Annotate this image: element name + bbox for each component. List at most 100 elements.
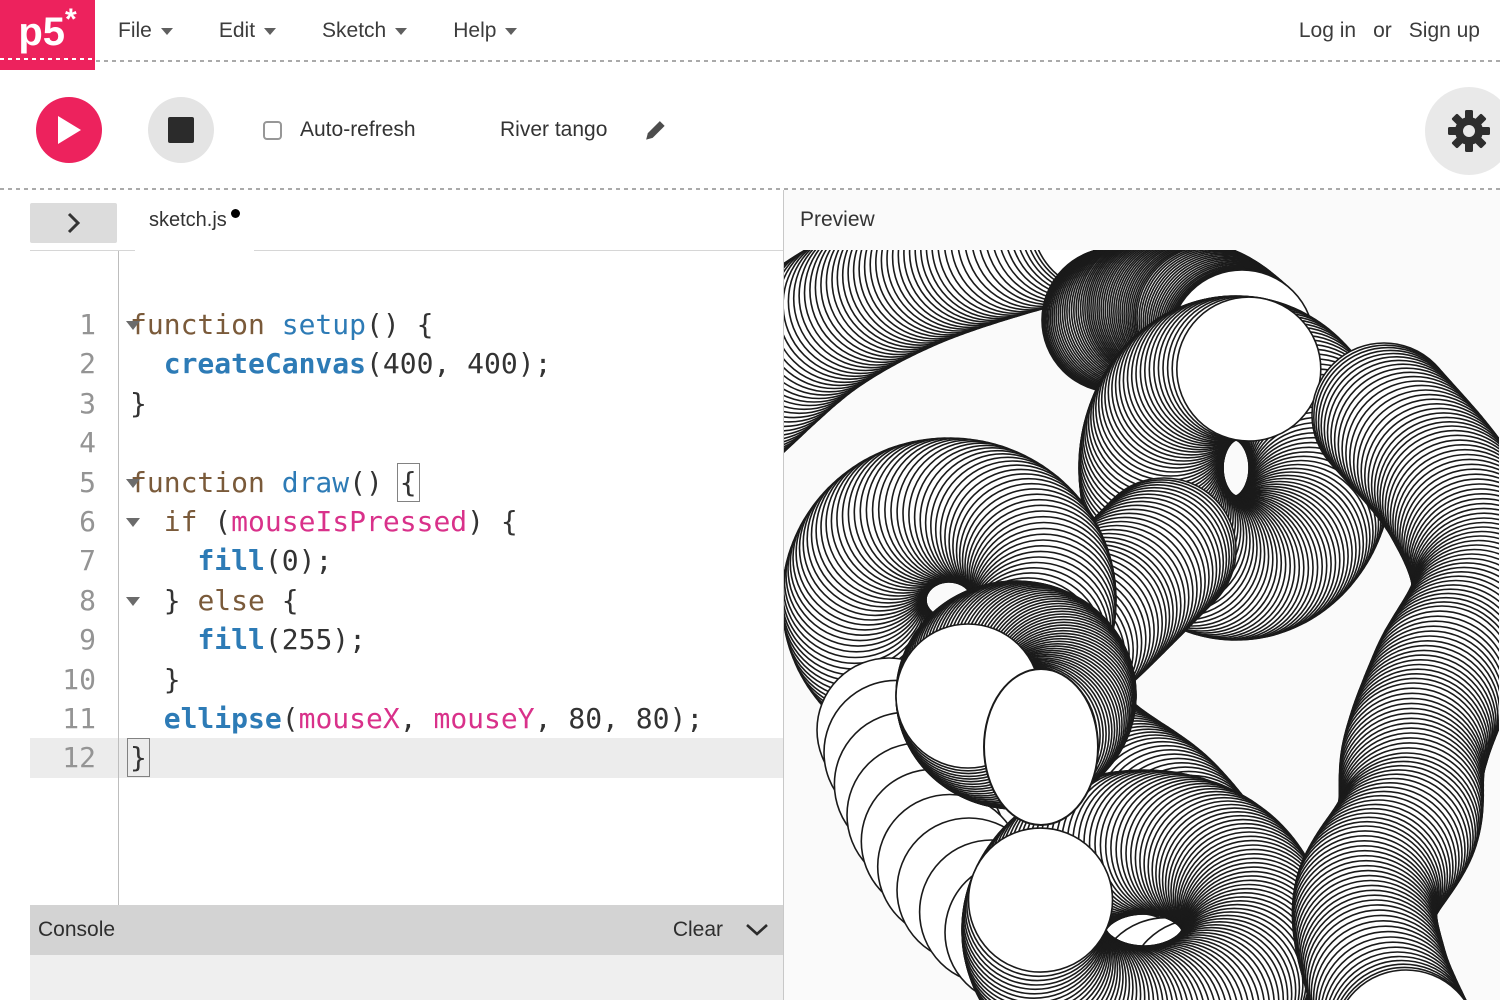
code-token: createCanvas bbox=[164, 347, 366, 380]
edit-project-name-button[interactable] bbox=[644, 118, 668, 147]
settings-button[interactable] bbox=[1425, 87, 1500, 175]
code-token: function bbox=[130, 466, 265, 499]
auth-links: Log in or Sign up bbox=[1299, 0, 1480, 62]
or-text: or bbox=[1373, 19, 1392, 43]
code-line[interactable]: 2 createCanvas(400, 400); bbox=[30, 344, 783, 383]
code-editor[interactable]: 1function setup() {2 createCanvas(400, 4… bbox=[30, 251, 783, 905]
menu-file[interactable]: File bbox=[118, 19, 173, 43]
code-token: , bbox=[400, 702, 434, 735]
code-token: else bbox=[197, 584, 264, 617]
preview-header: Preview bbox=[784, 190, 1500, 250]
code-token: setup bbox=[282, 308, 366, 341]
auto-refresh-checkbox[interactable] bbox=[263, 121, 282, 140]
main-area: sketch.js 1function setup() {2 createCan… bbox=[0, 190, 1500, 1000]
code-token: } bbox=[130, 387, 147, 420]
line-number: 12 bbox=[30, 738, 96, 777]
menu-file-label: File bbox=[118, 19, 152, 43]
code-line[interactable]: 12} bbox=[30, 738, 783, 777]
menu-help[interactable]: Help bbox=[453, 19, 517, 43]
code-line[interactable]: 3} bbox=[30, 384, 783, 423]
code-token bbox=[265, 466, 282, 499]
code-token: if bbox=[164, 505, 198, 538]
code-token: } bbox=[130, 741, 147, 774]
chevron-down-icon bbox=[264, 28, 276, 35]
line-number: 5 bbox=[30, 463, 96, 502]
code-line[interactable]: 9 fill(255); bbox=[30, 620, 783, 659]
code-line[interactable]: 7 fill(0); bbox=[30, 541, 783, 580]
code-token: ( bbox=[197, 505, 231, 538]
logo-asterisk: * bbox=[65, 0, 77, 40]
menu-sketch-label: Sketch bbox=[322, 19, 386, 43]
sidebar-expand-button[interactable] bbox=[30, 203, 117, 243]
code-token: fill bbox=[197, 544, 264, 577]
line-number: 9 bbox=[30, 620, 96, 659]
header: p5* File Edit Sketch Help Log in or Si bbox=[0, 0, 1500, 62]
code-token bbox=[130, 623, 197, 656]
chevron-down-icon bbox=[505, 28, 517, 35]
line-number: 10 bbox=[30, 660, 96, 699]
code-line[interactable]: 1 function setup() { bbox=[30, 305, 783, 344]
stop-icon bbox=[168, 117, 194, 143]
code-token: ) { bbox=[467, 505, 518, 538]
code-line[interactable]: 5function draw() { bbox=[30, 463, 783, 502]
gutter-divider bbox=[118, 251, 119, 905]
toolbar: Auto-refresh River tango bbox=[0, 62, 1500, 190]
code-token: function bbox=[130, 308, 265, 341]
signup-link[interactable]: Sign up bbox=[1409, 19, 1480, 43]
unsaved-changes-dot bbox=[231, 209, 240, 218]
p5-web-editor: p5* File Edit Sketch Help Log in or Si bbox=[0, 0, 1500, 1000]
code-token: () { bbox=[366, 308, 433, 341]
code-token: () bbox=[349, 466, 400, 499]
code-token: { bbox=[265, 584, 299, 617]
console-output bbox=[30, 955, 783, 1000]
play-icon bbox=[56, 115, 82, 145]
pencil-icon bbox=[644, 118, 668, 142]
play-button[interactable] bbox=[36, 97, 102, 163]
line-number: 2 bbox=[30, 344, 96, 383]
code-line[interactable]: 4 bbox=[30, 423, 783, 462]
code-token: (400, 400); bbox=[366, 347, 551, 380]
fold-arrow-icon[interactable] bbox=[126, 597, 140, 606]
gear-icon bbox=[1447, 109, 1491, 153]
code-token: (255); bbox=[265, 623, 366, 656]
code-token: } bbox=[130, 663, 181, 696]
fold-arrow-icon[interactable] bbox=[126, 518, 140, 527]
code-line[interactable]: 6 if (mouseIsPressed) { bbox=[30, 502, 783, 541]
menu-bar: File Edit Sketch Help bbox=[118, 0, 517, 62]
auto-refresh-label[interactable]: Auto-refresh bbox=[300, 118, 416, 142]
code-token bbox=[265, 308, 282, 341]
code-line[interactable]: 11 ellipse(mouseX, mouseY, 80, 80); bbox=[30, 699, 783, 738]
preview-pane: Preview bbox=[784, 190, 1500, 1000]
project-name[interactable]: River tango bbox=[500, 118, 607, 142]
line-number: 6 bbox=[30, 502, 96, 541]
fold-arrow-icon[interactable] bbox=[126, 321, 140, 330]
console-clear-button[interactable]: Clear bbox=[673, 918, 723, 942]
code-line[interactable]: 8 } else { bbox=[30, 581, 783, 620]
code-token: mouseY bbox=[433, 702, 534, 735]
code-token: ( bbox=[282, 702, 299, 735]
code-token bbox=[130, 347, 164, 380]
tab-filename: sketch.js bbox=[149, 205, 227, 235]
console-collapse-button[interactable] bbox=[745, 923, 769, 937]
code-token: mouseIsPressed bbox=[231, 505, 467, 538]
p5-logo[interactable]: p5* bbox=[0, 0, 95, 70]
chevron-down-icon bbox=[161, 28, 173, 35]
stop-button[interactable] bbox=[148, 97, 214, 163]
fold-arrow-icon[interactable] bbox=[126, 479, 140, 488]
preview-title: Preview bbox=[800, 208, 875, 232]
login-link[interactable]: Log in bbox=[1299, 19, 1356, 43]
code-token: ellipse bbox=[164, 702, 282, 735]
chevron-down-icon bbox=[395, 28, 407, 35]
chevron-right-icon bbox=[67, 211, 81, 235]
line-number: 1 bbox=[30, 305, 96, 344]
code-line[interactable]: 10 } bbox=[30, 660, 783, 699]
line-number: 8 bbox=[30, 581, 96, 620]
sketch-canvas bbox=[784, 250, 1499, 1000]
code-token: draw bbox=[282, 466, 349, 499]
logo-text: p5 bbox=[18, 0, 65, 64]
line-number: 11 bbox=[30, 699, 96, 738]
code-token: fill bbox=[197, 623, 264, 656]
menu-sketch[interactable]: Sketch bbox=[322, 19, 407, 43]
line-number: 3 bbox=[30, 384, 96, 423]
menu-edit[interactable]: Edit bbox=[219, 19, 276, 43]
